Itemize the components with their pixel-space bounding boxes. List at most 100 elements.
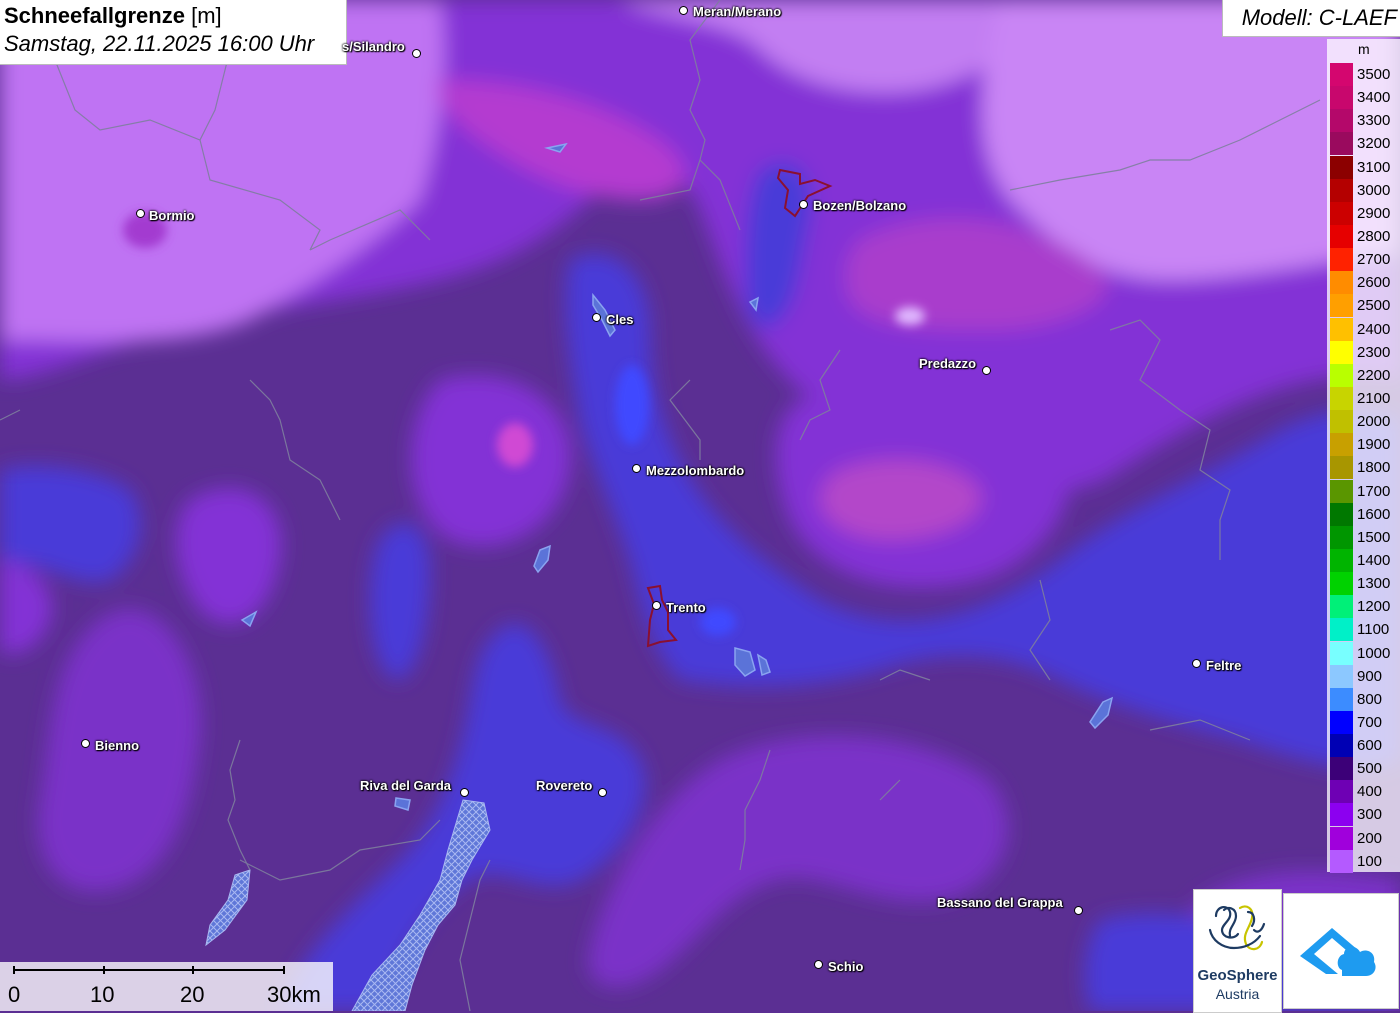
legend-label: 1600 xyxy=(1357,506,1390,523)
legend-entry: 2600 xyxy=(1330,271,1400,294)
legend-swatch xyxy=(1330,433,1353,456)
weather-app-logo[interactable] xyxy=(1283,893,1399,1009)
legend-swatch xyxy=(1330,318,1353,341)
legend-swatch xyxy=(1330,780,1353,803)
legend-entry: 2700 xyxy=(1330,248,1400,271)
legend-entry: 700 xyxy=(1330,711,1400,734)
legend-entry: 1100 xyxy=(1330,618,1400,641)
legend-entry: 1200 xyxy=(1330,595,1400,618)
legend-swatch xyxy=(1330,248,1353,271)
place-label: Bassano del Grappa xyxy=(937,895,1063,910)
place-marker xyxy=(460,788,469,797)
place-marker xyxy=(136,209,145,218)
place-marker xyxy=(982,366,991,375)
legend-entry: 1800 xyxy=(1330,456,1400,479)
model-panel: Modell: C-LAEF xyxy=(1222,0,1400,37)
legend-entry: 500 xyxy=(1330,757,1400,780)
scale-label-30: 30km xyxy=(267,982,321,1008)
legend-swatch xyxy=(1330,711,1353,734)
scale-label-0: 0 xyxy=(8,982,20,1008)
legend-label: 3300 xyxy=(1357,112,1390,129)
legend-entry: 400 xyxy=(1330,780,1400,803)
legend-label: 100 xyxy=(1357,853,1382,870)
legend-swatch xyxy=(1330,225,1353,248)
legend-entry: 3200 xyxy=(1330,132,1400,155)
legend-label: 1200 xyxy=(1357,598,1390,615)
weather-app-icon xyxy=(1284,894,1398,1008)
place-label: Predazzo xyxy=(919,356,976,371)
legend-label: 600 xyxy=(1357,737,1382,754)
legend-label: 1800 xyxy=(1357,459,1390,476)
legend-swatch xyxy=(1330,526,1353,549)
legend-label: 3400 xyxy=(1357,89,1390,106)
place-label: Mezzolombardo xyxy=(646,463,744,478)
place-label: Meran/Merano xyxy=(693,4,781,19)
legend-entry: 2500 xyxy=(1330,294,1400,317)
legend-unit: m xyxy=(1358,41,1370,57)
legend-entry: 2000 xyxy=(1330,410,1400,433)
legend-label: 2900 xyxy=(1357,205,1390,222)
legend-label: 1100 xyxy=(1357,621,1389,638)
legend-entry: 800 xyxy=(1330,688,1400,711)
legend-label: 400 xyxy=(1357,783,1382,800)
legend-entry: 2200 xyxy=(1330,364,1400,387)
legend-swatch xyxy=(1330,827,1353,850)
legend-swatch xyxy=(1330,109,1353,132)
legend-entry: 2900 xyxy=(1330,202,1400,225)
place-marker xyxy=(81,739,90,748)
legend-label: 2600 xyxy=(1357,274,1390,291)
legend-swatch xyxy=(1330,179,1353,202)
legend-label: 2200 xyxy=(1357,367,1390,384)
legend-entry: 200 xyxy=(1330,827,1400,850)
legend-swatch xyxy=(1330,341,1353,364)
legend-label: 2000 xyxy=(1357,413,1390,430)
legend-label: 1700 xyxy=(1357,483,1390,500)
legend-swatch xyxy=(1330,734,1353,757)
place-marker xyxy=(1192,659,1201,668)
place-label: Cles xyxy=(606,312,633,327)
legend-label: 900 xyxy=(1357,668,1382,685)
legend-entry: 2300 xyxy=(1330,341,1400,364)
legend-label: 1300 xyxy=(1357,575,1390,592)
snowline-map[interactable] xyxy=(0,0,1400,1011)
legend-entry: 3100 xyxy=(1330,156,1400,179)
legend-entry: 900 xyxy=(1330,665,1400,688)
legend-entry: 1000 xyxy=(1330,642,1400,665)
legend-entry: 3400 xyxy=(1330,86,1400,109)
legend-swatch xyxy=(1330,480,1353,503)
legend-swatch xyxy=(1330,456,1353,479)
map-title-unit: [m] xyxy=(191,3,222,28)
legend-swatch xyxy=(1330,595,1353,618)
legend-entry: 1700 xyxy=(1330,480,1400,503)
place-marker xyxy=(679,6,688,15)
legend-label: 3100 xyxy=(1357,159,1390,176)
place-label: Rovereto xyxy=(536,778,592,793)
legend-swatch xyxy=(1330,665,1353,688)
legend-label: 500 xyxy=(1357,760,1382,777)
legend-entry: 1900 xyxy=(1330,433,1400,456)
legend-label: 3200 xyxy=(1357,135,1390,152)
legend-swatch xyxy=(1330,503,1353,526)
geosphere-icon xyxy=(1194,890,1281,966)
legend-swatch xyxy=(1330,757,1353,780)
legend-entry: 1600 xyxy=(1330,503,1400,526)
title-panel: Schneefallgrenze [m] Samstag, 22.11.2025… xyxy=(0,0,347,65)
geosphere-name: GeoSphere xyxy=(1194,967,1281,984)
legend-entry: 2800 xyxy=(1330,225,1400,248)
place-marker xyxy=(1074,906,1083,915)
legend-swatch xyxy=(1330,410,1353,433)
place-label: Bormio xyxy=(149,208,195,223)
legend-swatch xyxy=(1330,642,1353,665)
place-marker xyxy=(632,464,641,473)
legend-swatch xyxy=(1330,803,1353,826)
place-marker xyxy=(598,788,607,797)
legend-label: 1000 xyxy=(1357,645,1390,662)
legend-label: 2800 xyxy=(1357,228,1390,245)
geosphere-logo[interactable]: GeoSphere Austria xyxy=(1193,889,1282,1013)
legend-swatch xyxy=(1330,202,1353,225)
legend-label: 300 xyxy=(1357,806,1382,823)
color-legend: m 35003400330032003100300029002800270026… xyxy=(1327,39,1400,872)
legend-entry: 1400 xyxy=(1330,549,1400,572)
legend-label: 2400 xyxy=(1357,321,1390,338)
scale-label-10: 10 xyxy=(90,982,114,1008)
